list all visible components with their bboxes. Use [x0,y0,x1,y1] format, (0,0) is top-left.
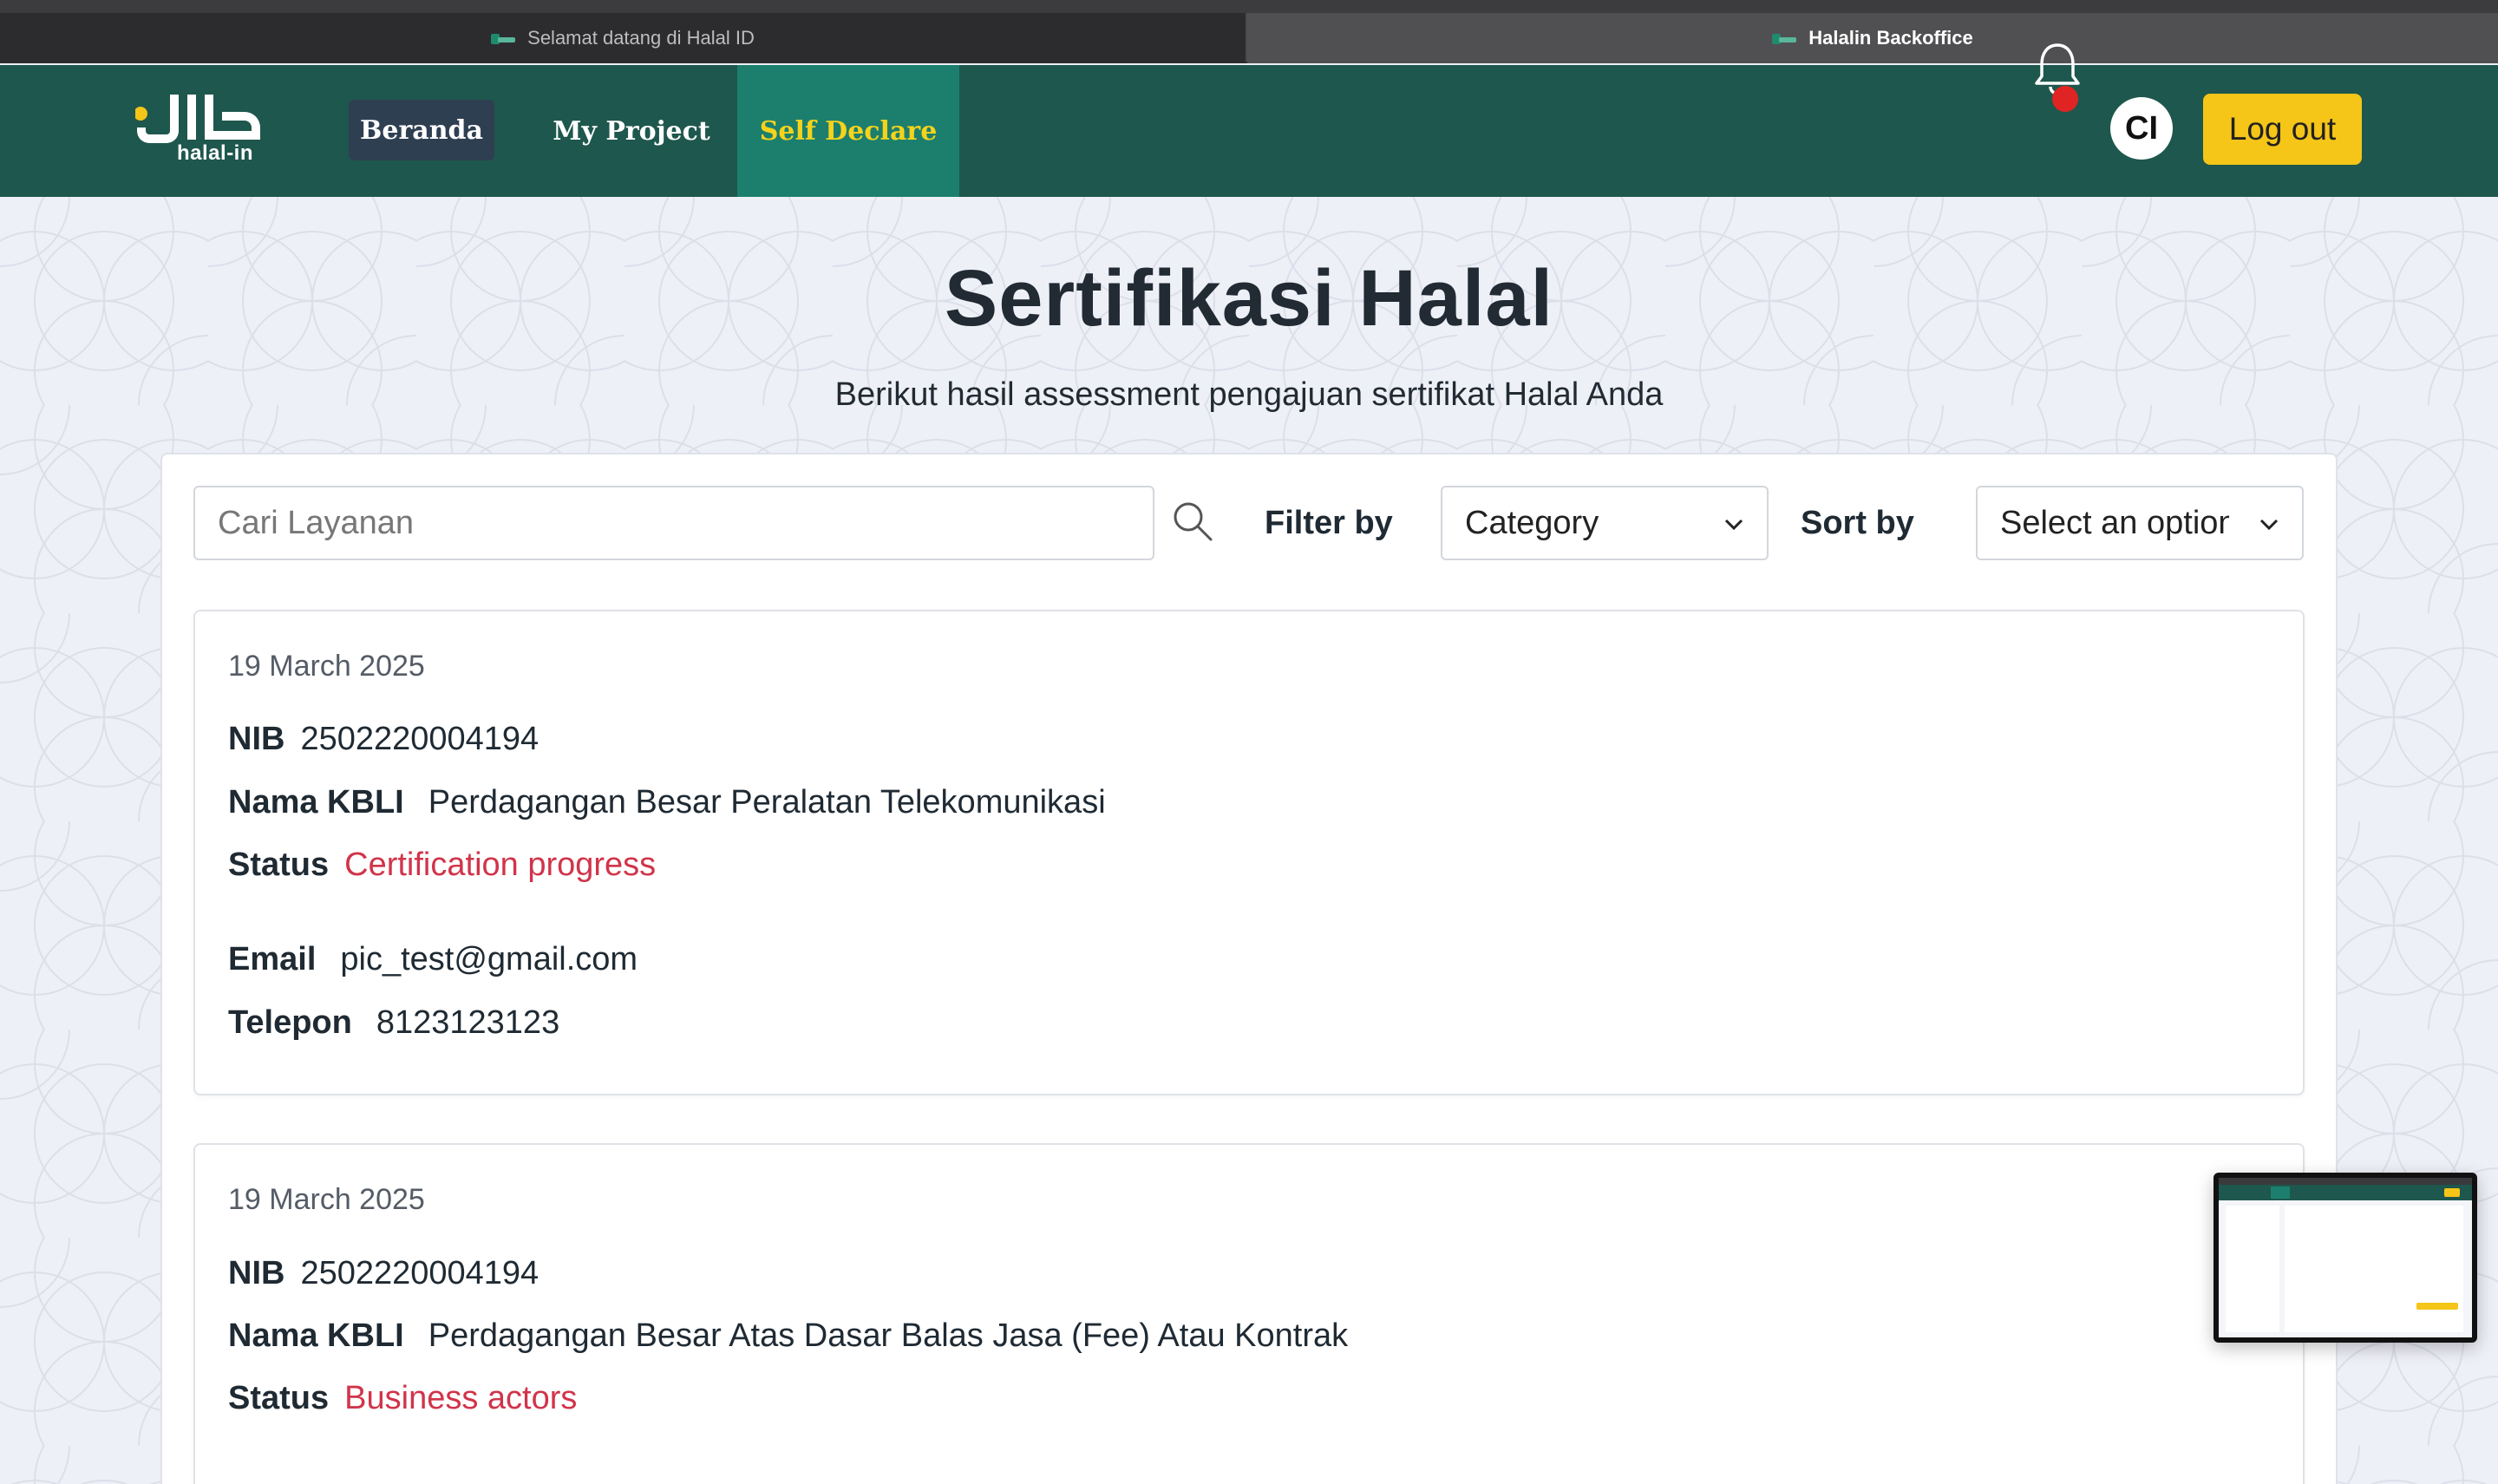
card-date: 19 March 2025 [228,650,425,683]
card-nib-row: NIB 2502220004194 [228,721,539,758]
sort-by-label: Sort by [1801,505,1914,541]
logout-button[interactable]: Log out [2203,94,2362,165]
kbli-label: Nama KBLI [228,784,404,820]
notification-badge [2052,86,2078,112]
halal-logo-icon [135,95,260,143]
nib-label: NIB [228,721,285,757]
card-nib-row: NIB 2502220004194 [228,1255,539,1292]
site-favicon-icon [491,32,516,44]
card-kbli-row: Nama KBLI Perdagangan Besar Peralatan Tel… [228,784,1106,821]
browser-tab-label: Halalin Backoffice [1808,27,1973,49]
card-telepon-row: Telepon 8123123123 [228,1004,559,1042]
page-subtitle: Berikut hasil assessment pengajuan serti… [834,376,1664,413]
browser-top-bar [0,0,2498,13]
kbli-value: Perdagangan Besar Atas Dasar Balas Jasa … [428,1317,1349,1354]
page-title: Sertifikasi Halal [944,254,1554,343]
browser-tab-label: Selamat datang di Halal ID [527,27,755,49]
certification-card[interactable]: 19 March 2025 NIB 2502220004194 Nama KBLI… [193,610,2305,1095]
category-select-value: Category [1465,504,1599,541]
card-email-row: Email pic_test@gmail.com [228,941,638,978]
telepon-value: 8123123123 [376,1004,560,1041]
sort-select-value: Select an option [2000,504,2229,541]
sort-select[interactable]: Select an option [1976,486,2304,560]
kbli-label: Nama KBLI [228,1317,404,1354]
nav-self-declare[interactable]: Self Declare [737,65,959,197]
email-label: Email [228,941,317,977]
nib-label: NIB [228,1255,285,1291]
status-label: Status [228,847,330,883]
status-label: Status [228,1380,330,1416]
search-input[interactable] [193,486,1154,560]
nib-value: 2502220004194 [300,1255,539,1291]
browser-tab-halalin-backoffice[interactable]: Halalin Backoffice [1247,13,2498,63]
chevron-down-icon [2259,519,2279,531]
certification-card[interactable]: 19 March 2025 NIB 2502220004194 Nama KBLI… [193,1143,2305,1484]
user-avatar[interactable]: CI [2110,97,2173,160]
category-select[interactable]: Category [1441,486,1769,560]
site-favicon-icon [1772,32,1797,44]
thumbnail-screen [2219,1178,2472,1337]
card-kbli-row: Nama KBLI Perdagangan Besar Atas Dasar Ba… [228,1317,1348,1355]
card-date: 19 March 2025 [228,1183,425,1216]
kbli-value: Perdagangan Besar Peralatan Telekomunika… [428,784,1106,820]
email-value: pic_test@gmail.com [340,941,638,977]
telepon-label: Telepon [228,1004,352,1041]
nav-beranda[interactable]: Beranda [349,100,494,160]
browser-tab-strip: Selamat datang di Halal ID Halalin Backo… [0,0,2498,63]
search-icon[interactable] [1169,498,1218,546]
status-value: Business actors [344,1380,578,1416]
logo-wordmark: halal-in [177,141,254,165]
nav-my-project[interactable]: My Project [534,65,729,197]
screen-preview-thumbnail[interactable] [2214,1173,2477,1343]
browser-tab-halal-id[interactable]: Selamat datang di Halal ID [0,13,1246,63]
card-status-row: Status Business actors [228,1380,577,1417]
halal-in-logo[interactable]: halal-in [130,89,269,173]
status-value: Certification progress [344,847,657,883]
nib-value: 2502220004194 [300,721,539,757]
chevron-down-icon [1724,519,1743,531]
filter-by-label: Filter by [1265,505,1393,541]
card-status-row: Status Certification progress [228,847,656,884]
